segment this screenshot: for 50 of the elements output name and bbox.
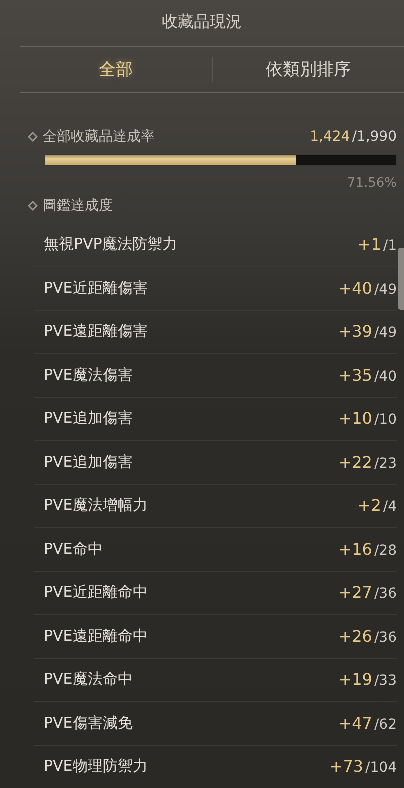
stat-max: /1 (383, 238, 397, 254)
section-label: 圖鑑達成度 (43, 196, 113, 215)
stat-label: PVE追加傷害 (44, 452, 133, 472)
panel-title: 收藏品現況 (161, 11, 243, 34)
stat-gain: +27 (338, 583, 372, 602)
total-count: /1,990 (352, 128, 397, 145)
stat-max: /36 (374, 630, 397, 646)
percent-text: 71.56% (347, 176, 397, 191)
stat-gain: +73 (330, 757, 364, 776)
stat-label: PVE魔法傷害 (44, 366, 133, 385)
stat-label: PVE近距離傷害 (44, 278, 148, 298)
stat-label: PVE追加傷害 (44, 409, 133, 428)
stat-max: /4 (383, 499, 397, 516)
stat-gain: +47 (338, 714, 372, 733)
stat-max: /40 (374, 368, 397, 385)
collected-count: 1,424 (310, 128, 350, 145)
stat-max: /36 (374, 586, 397, 602)
stat-gain: +16 (338, 540, 372, 559)
stat-gain: +1 (358, 235, 382, 254)
scrollbar[interactable] (398, 248, 404, 310)
stat-max: /33 (374, 673, 397, 690)
stat-max: /49 (374, 325, 397, 342)
stat-label: PVE魔法增幅力 (44, 496, 148, 516)
stat-gain: +19 (338, 670, 372, 690)
stat-gain: +2 (358, 496, 382, 516)
stat-label: PVE傷害減免 (44, 714, 133, 733)
stat-max: /104 (366, 760, 397, 776)
overall-label: 全部收藏品達成率 (43, 128, 155, 146)
stat-label: 無視PVP魔法防禦力 (44, 235, 178, 254)
stat-label: PVE近距離命中 (44, 583, 148, 602)
stat-gain: +22 (338, 452, 372, 472)
diamond-icon (28, 200, 38, 211)
stat-label: PVE物理防禦力 (44, 757, 148, 776)
tab[interactable]: 全部 (20, 46, 212, 92)
stat-label: PVE命中 (44, 540, 103, 559)
stat-gain: +26 (338, 626, 372, 646)
stat-label: PVE魔法命中 (44, 670, 133, 690)
stat-gain: +39 (338, 322, 372, 342)
stat-label: PVE遠距離命中 (44, 626, 148, 646)
diamond-icon (28, 132, 38, 142)
tab[interactable]: 依類別排序 (212, 46, 404, 92)
stat-max: /49 (374, 282, 397, 298)
stat-gain: +40 (338, 278, 372, 298)
stat-max: /10 (374, 412, 397, 428)
stat-max: /23 (374, 456, 397, 472)
stat-gain: +35 (338, 366, 372, 385)
stat-gain: +10 (338, 409, 372, 428)
stat-label: PVE遠距離傷害 (44, 322, 148, 342)
stat-max: /62 (374, 716, 397, 733)
stat-max: /28 (374, 542, 397, 559)
